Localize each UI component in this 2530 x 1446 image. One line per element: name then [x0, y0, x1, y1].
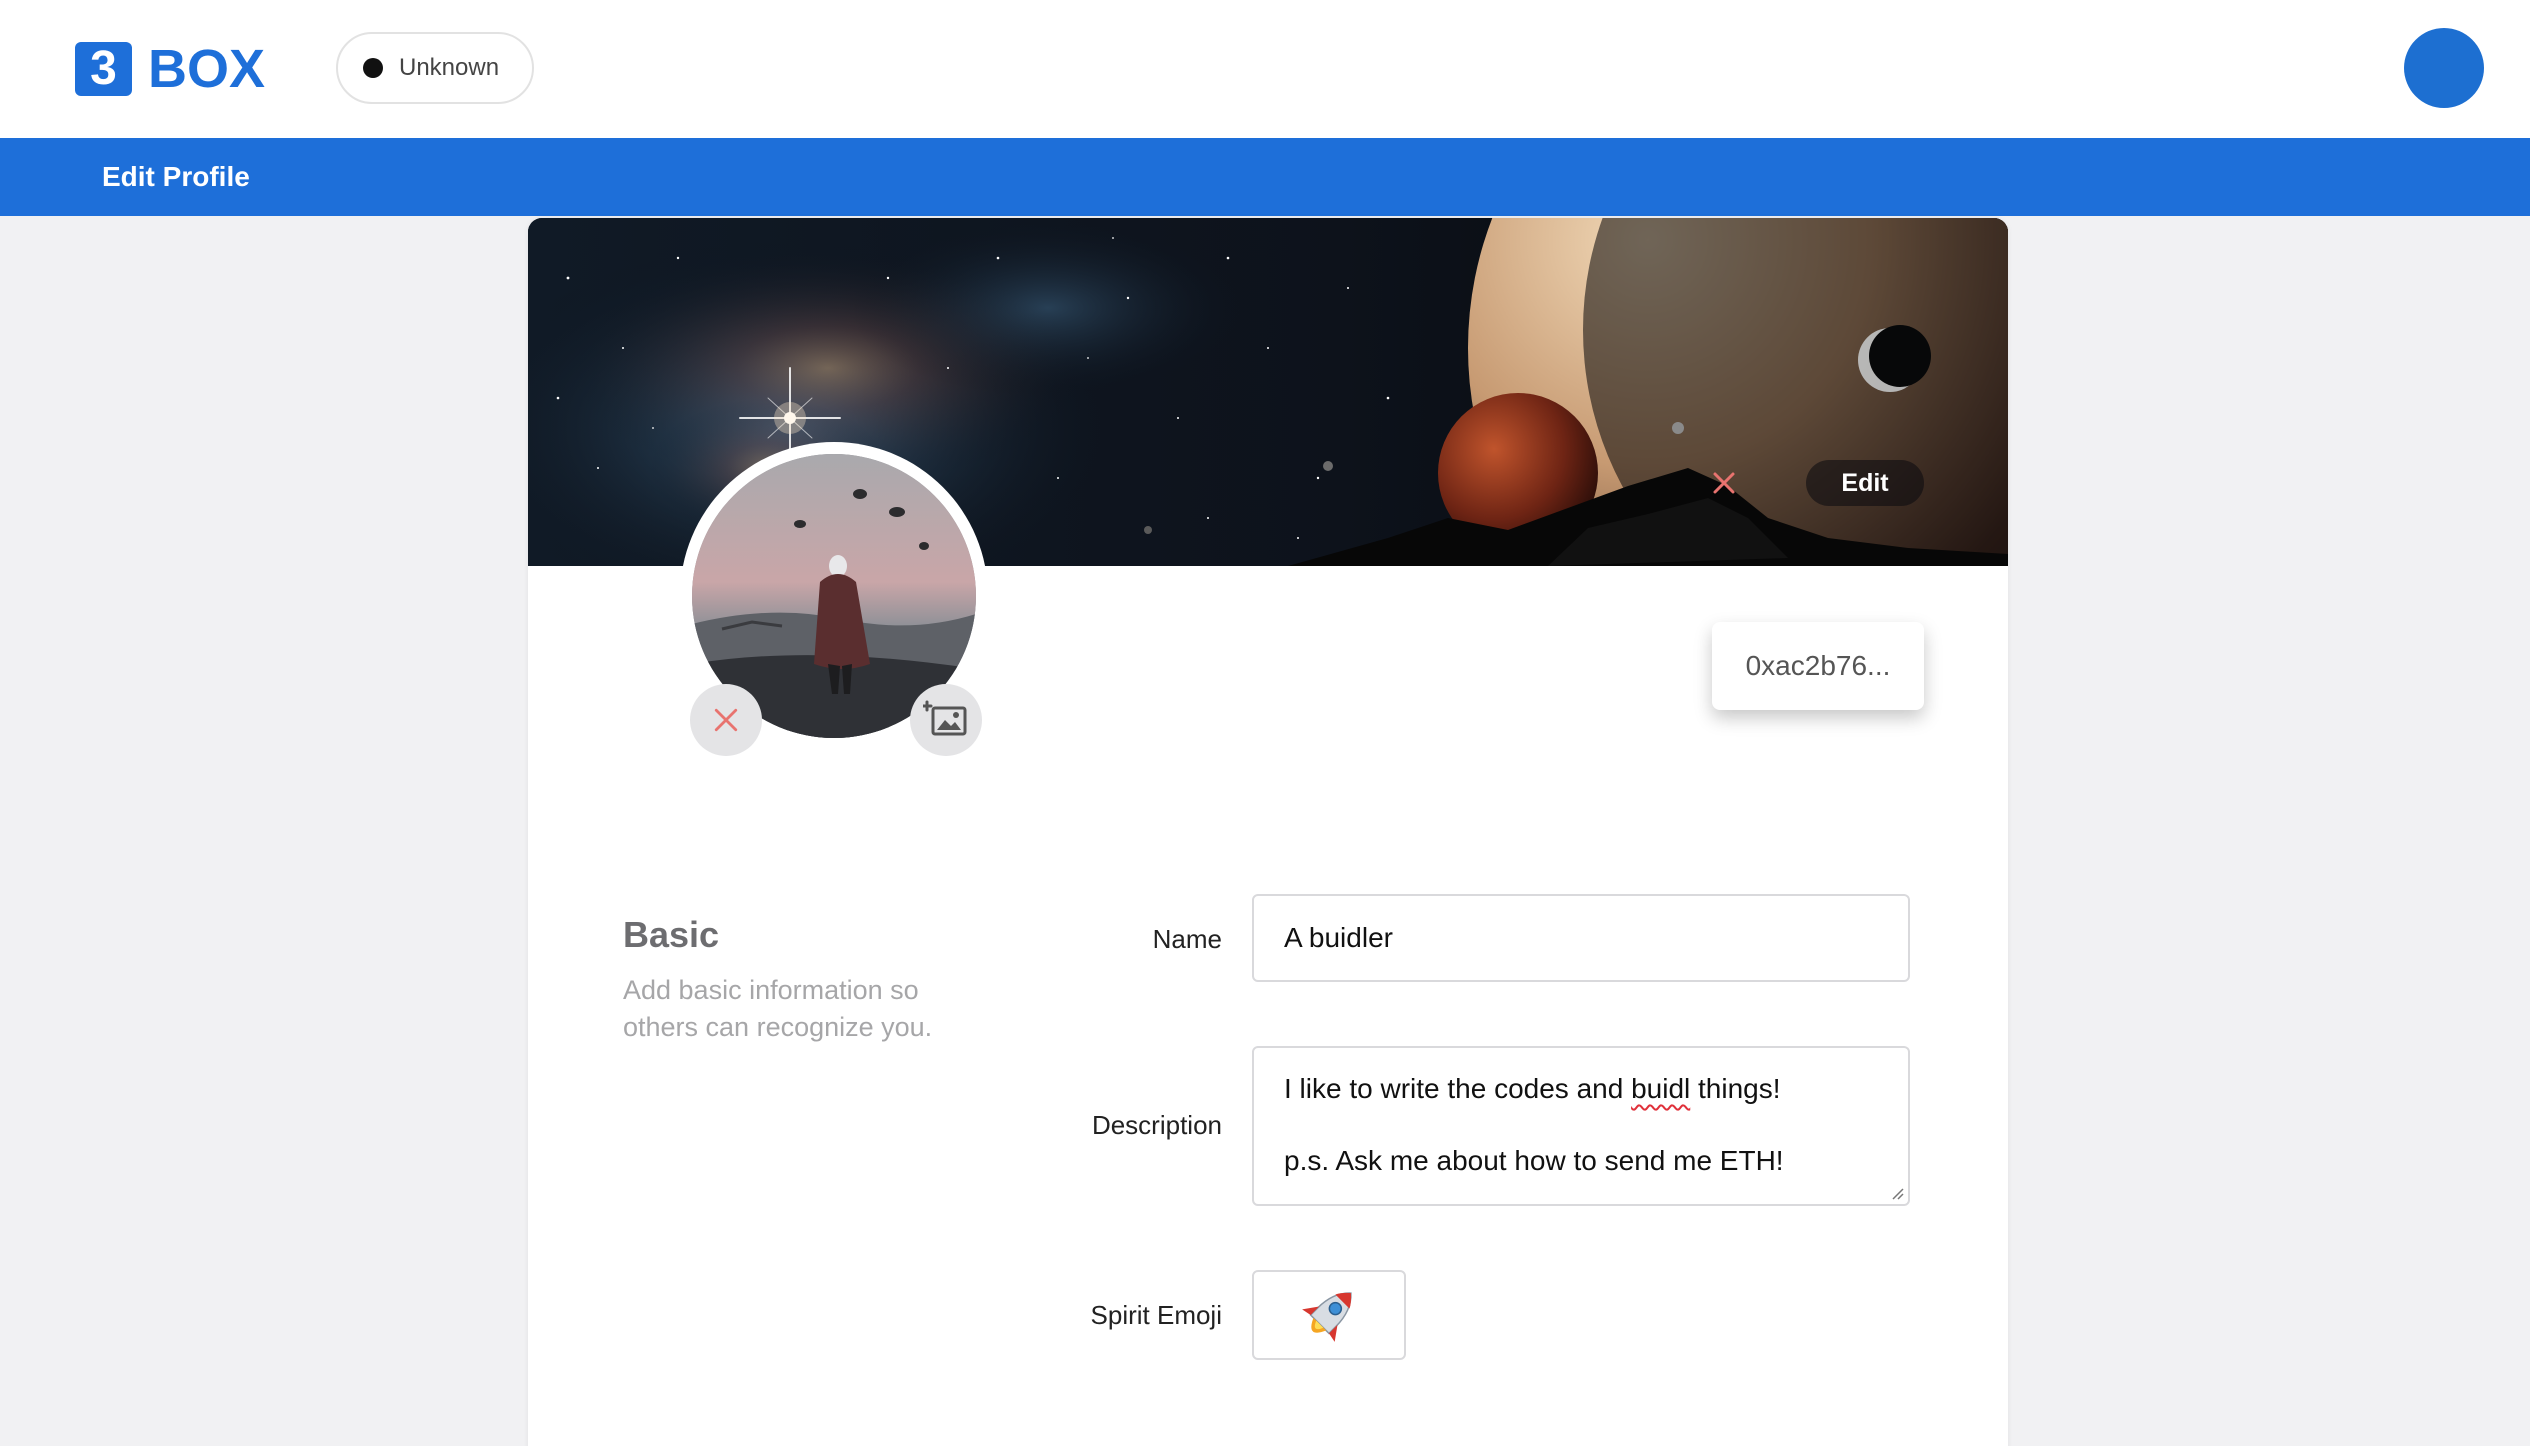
- name-input[interactable]: A buidler: [1252, 894, 1910, 982]
- description-line-1: I like to write the codes and buidl thin…: [1284, 1068, 1878, 1140]
- add-image-icon: [923, 700, 967, 736]
- rocket-icon: [1302, 1292, 1352, 1342]
- cover-remove-button[interactable]: [1704, 463, 1744, 503]
- spirit-emoji-picker[interactable]: [1252, 1270, 1406, 1360]
- name-input-value: A buidler: [1284, 922, 1393, 953]
- section-description-basic: Add basic information so others can reco…: [623, 975, 933, 1042]
- status-dot-icon: [363, 58, 383, 78]
- top-header: 3 BOX Unknown: [0, 0, 2530, 138]
- wallet-address-chip[interactable]: 0xac2b76...: [1712, 622, 1924, 710]
- description-textarea[interactable]: I like to write the codes and buidl thin…: [1252, 1046, 1910, 1206]
- edit-profile-card: Edit 0xac2b76... Basic Add basic informa…: [528, 218, 2008, 1446]
- description-text-1a: I like to write the codes and: [1284, 1073, 1632, 1104]
- close-icon: [1713, 472, 1735, 494]
- logo-text: BOX: [148, 39, 266, 99]
- avatar-upload-button[interactable]: [910, 684, 982, 756]
- logo[interactable]: 3 BOX: [75, 42, 265, 96]
- network-status-label: Unknown: [399, 54, 500, 81]
- network-status-pill[interactable]: Unknown: [336, 32, 534, 104]
- description-label: Description: [1091, 1110, 1222, 1140]
- logo-mark: 3: [75, 42, 132, 96]
- page-title: Edit Profile: [102, 161, 250, 192]
- close-icon: [714, 708, 738, 732]
- name-label: Name: [1152, 924, 1222, 954]
- user-avatar[interactable]: [2404, 28, 2484, 108]
- avatar-remove-button[interactable]: [690, 684, 762, 756]
- subnav-bar: Edit Profile: [0, 138, 2530, 216]
- misspelled-word: buidl: [1631, 1073, 1691, 1104]
- resize-handle-icon[interactable]: [1888, 1184, 1904, 1200]
- spirit-emoji-label: Spirit Emoji: [1090, 1300, 1222, 1330]
- section-title-basic: Basic: [623, 914, 720, 955]
- description-text-1b: things!: [1690, 1073, 1781, 1104]
- cover-edit-button[interactable]: Edit: [1806, 460, 1924, 506]
- description-line-2: p.s. Ask me about how to send me ETH!: [1284, 1145, 1784, 1176]
